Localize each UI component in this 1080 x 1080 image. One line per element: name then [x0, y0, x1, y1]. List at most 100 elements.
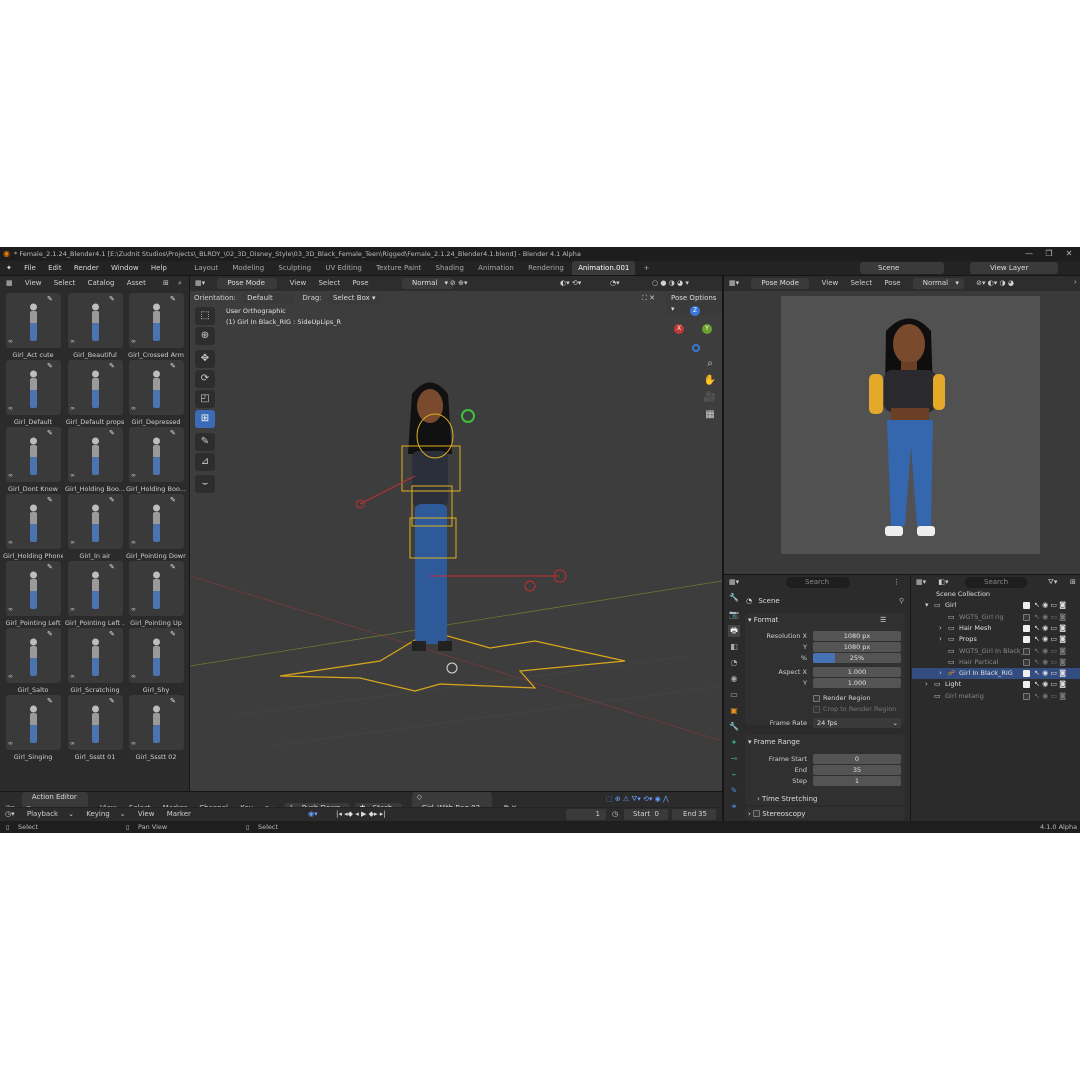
exclude-checkbox[interactable] [1023, 692, 1030, 700]
expand-arrow-icon[interactable]: › [939, 623, 942, 634]
object-tab-icon[interactable]: ▣ [728, 705, 740, 717]
exclude-checkbox[interactable] [1023, 670, 1030, 678]
asset-item[interactable]: ✎ ∞ Girl_Dont Know [3, 427, 63, 494]
tab-animation[interactable]: Animation [472, 261, 520, 275]
expand-arrow-icon[interactable]: › [939, 668, 942, 679]
view-layer-selector[interactable]: View Layer [970, 262, 1058, 274]
outliner-row[interactable]: ▾ ▭ Girl ↖ ◉ ▭ ◙ [912, 600, 1080, 611]
rotate-tool[interactable]: ⟳ [195, 370, 215, 388]
shading-modes-icon[interactable]: ○ ● ◑ ◕ ▾ [652, 276, 689, 291]
frame-start-field[interactable]: 0 [813, 754, 901, 764]
presets-icon[interactable]: ☰ [880, 614, 886, 626]
aspect-y-field[interactable]: 1.000 [813, 678, 901, 688]
tool-tab-icon[interactable]: 🔧 [728, 592, 740, 604]
outliner-row[interactable]: › ▭ Props ↖ ◉ ▭ ◙ [912, 634, 1080, 645]
playback-controls[interactable]: |◂ ◂◆ ◂ ▶ ◆▸ ▸| [336, 808, 386, 821]
menu-edit[interactable]: Edit [43, 261, 67, 275]
expand-arrow-icon[interactable]: › [939, 634, 942, 645]
render-viewport[interactable]: ▦▾ Pose Mode View Select Pose Normal ▾ ⊘… [724, 276, 1080, 574]
outliner-row[interactable]: ▭ Hair Partical ↖ ◉ ▭ ◙ [912, 657, 1080, 668]
exclude-checkbox[interactable] [1023, 647, 1030, 655]
asset-item[interactable]: ✎ ∞ Girl_Holding Boo... [126, 427, 186, 494]
menu-window[interactable]: Window [106, 261, 144, 275]
asset-item[interactable]: ✎ ∞ Girl_Holding Phone [3, 494, 63, 561]
exclude-checkbox[interactable] [1023, 636, 1030, 644]
resolution-percent-slider[interactable]: 25% [813, 653, 901, 663]
timeline-end-field[interactable]: End 35 [672, 809, 716, 820]
pivot-dropdown[interactable]: Normal ▾ [402, 278, 454, 289]
editor-type-icon[interactable]: ▦ [6, 276, 13, 291]
asset-item[interactable]: ✎ ∞ Girl_Pointing Up [126, 561, 186, 628]
tab-animation-001[interactable]: Animation.001 [572, 261, 636, 275]
blender-menu-icon[interactable]: ✦ [0, 261, 17, 275]
move-tool[interactable]: ✥ [195, 350, 215, 368]
search-icon[interactable]: ⌕ [178, 276, 182, 291]
visibility-icons[interactable]: ↖ ◉ ▭ ◙ [1034, 634, 1066, 645]
outliner-row[interactable]: › ☍ Girl In Black_RIG ↖ ◉ ▭ ◙ [912, 668, 1080, 680]
orientation-dropdown[interactable]: Default [242, 293, 295, 304]
rv-menu-view[interactable]: View [822, 276, 839, 291]
editor-type-icon[interactable]: ▦▾ [729, 575, 739, 590]
tab-shading[interactable]: Shading [430, 261, 470, 275]
gizmo-x[interactable]: X [674, 324, 684, 334]
tab-sculpting[interactable]: Sculpting [272, 261, 317, 275]
navigation-gizmo[interactable]: Z Y X [668, 306, 720, 356]
scene-selector[interactable]: Scene [860, 262, 944, 274]
render-mode-dropdown[interactable]: Pose Mode [751, 278, 810, 289]
drag-dropdown[interactable]: Select Box ▾ [327, 293, 381, 304]
visibility-icons[interactable]: ↖ ◉ ▭ ◙ [1034, 600, 1066, 611]
stereoscopy-checkbox[interactable] [753, 810, 761, 817]
asset-menu-select[interactable]: Select [54, 276, 76, 291]
snap-icon[interactable]: ⊘ ⊕▾ [450, 276, 467, 291]
new-collection-icon[interactable]: ⊞ [1070, 575, 1076, 590]
world-tab-icon[interactable]: ◉ [728, 673, 740, 685]
exclude-checkbox[interactable] [1023, 624, 1030, 632]
modifier-tab-icon[interactable]: 🔧 [728, 721, 740, 733]
frame-end-field[interactable]: 35 [813, 765, 901, 775]
measure-tool[interactable]: ⊿ [195, 453, 215, 471]
aspect-x-field[interactable]: 1.000 [813, 667, 901, 677]
tl-menu-keying[interactable]: Keying [86, 808, 110, 821]
asset-item[interactable]: ✎ ∞ Girl_Depressed [126, 360, 186, 427]
physics-tab-icon[interactable]: ✦ [728, 737, 740, 749]
pan-hand-icon[interactable]: ✋ [702, 373, 718, 389]
asset-item[interactable]: ✎ ∞ Girl_Crossed Arm [126, 293, 186, 360]
asset-item[interactable]: ✎ ∞ Girl_Ssstt 02 [126, 695, 186, 762]
gizmo-neg-z[interactable] [692, 344, 700, 352]
asset-item[interactable]: ✎ ∞ Girl_Shy [126, 628, 186, 695]
tab-layout[interactable]: Layout [188, 261, 224, 275]
asset-item[interactable]: ✎ ∞ Girl_Pointing Left ... [65, 561, 125, 628]
visibility-icons[interactable]: ↖ ◉ ▭ ◙ [1034, 668, 1066, 679]
resolution-x-field[interactable]: 1080 px [813, 631, 901, 641]
properties-search[interactable]: Search [786, 577, 850, 588]
outliner-row[interactable]: ▭ WGTS_Girl rig ↖ ◉ ▭ ◙ [912, 612, 1080, 623]
action-filter-icons[interactable]: ⬚ ⊕ ⚠ ⛛▾ ⟲▾ ◉ ⋀ [606, 792, 669, 807]
asset-menu-view[interactable]: View [25, 276, 42, 291]
bone-constraint-tab-icon[interactable]: ⚭ [728, 801, 740, 813]
timeline-editor-icon[interactable]: ◷▾ [5, 808, 15, 821]
outliner-row[interactable]: Scene Collection [912, 589, 1080, 600]
asset-menu-asset[interactable]: Asset [127, 276, 146, 291]
time-stretching-header[interactable]: › Time Stretching [757, 793, 817, 805]
exclude-checkbox[interactable] [1023, 613, 1030, 621]
view-layer-tab-icon[interactable]: ◧ [728, 641, 740, 653]
overlay-icon[interactable]: ◔▾ [610, 276, 620, 291]
asset-item[interactable]: ✎ ∞ Girl_Pointing Left [3, 561, 63, 628]
frame-range-header[interactable]: ▾ Frame Range [748, 736, 800, 748]
asset-item[interactable]: ✎ ∞ Girl_Ssstt 01 [65, 695, 125, 762]
outliner-row[interactable]: › ▭ Light ↖ ◉ ▭ ◙ [912, 679, 1080, 690]
timeline-start-field[interactable]: Start 0 [624, 809, 668, 820]
outliner-row[interactable]: › ▭ Hair Mesh ↖ ◉ ▭ ◙ [912, 623, 1080, 634]
visibility-icons[interactable]: ↖ ◉ ▭ ◙ [1034, 646, 1066, 657]
render-pivot-dropdown[interactable]: Normal ▾ [912, 278, 964, 289]
visibility-icons[interactable]: ↖ ◉ ▭ ◙ [1034, 623, 1066, 634]
filter-icon[interactable]: ⛛▾ [1048, 575, 1057, 590]
display-mode-icon[interactable]: ◧▾ [938, 575, 948, 590]
expand-arrow-icon[interactable]: › [925, 679, 928, 690]
tab-texture-paint[interactable]: Texture Paint [370, 261, 427, 275]
exclude-checkbox[interactable] [1023, 602, 1030, 610]
visibility-icons[interactable]: ↖ ◉ ▭ ◙ [1034, 691, 1066, 702]
menu-render[interactable]: Render [69, 261, 104, 275]
camera-icon[interactable]: 🎥 [702, 390, 718, 406]
crop-region-checkbox[interactable] [813, 706, 820, 713]
